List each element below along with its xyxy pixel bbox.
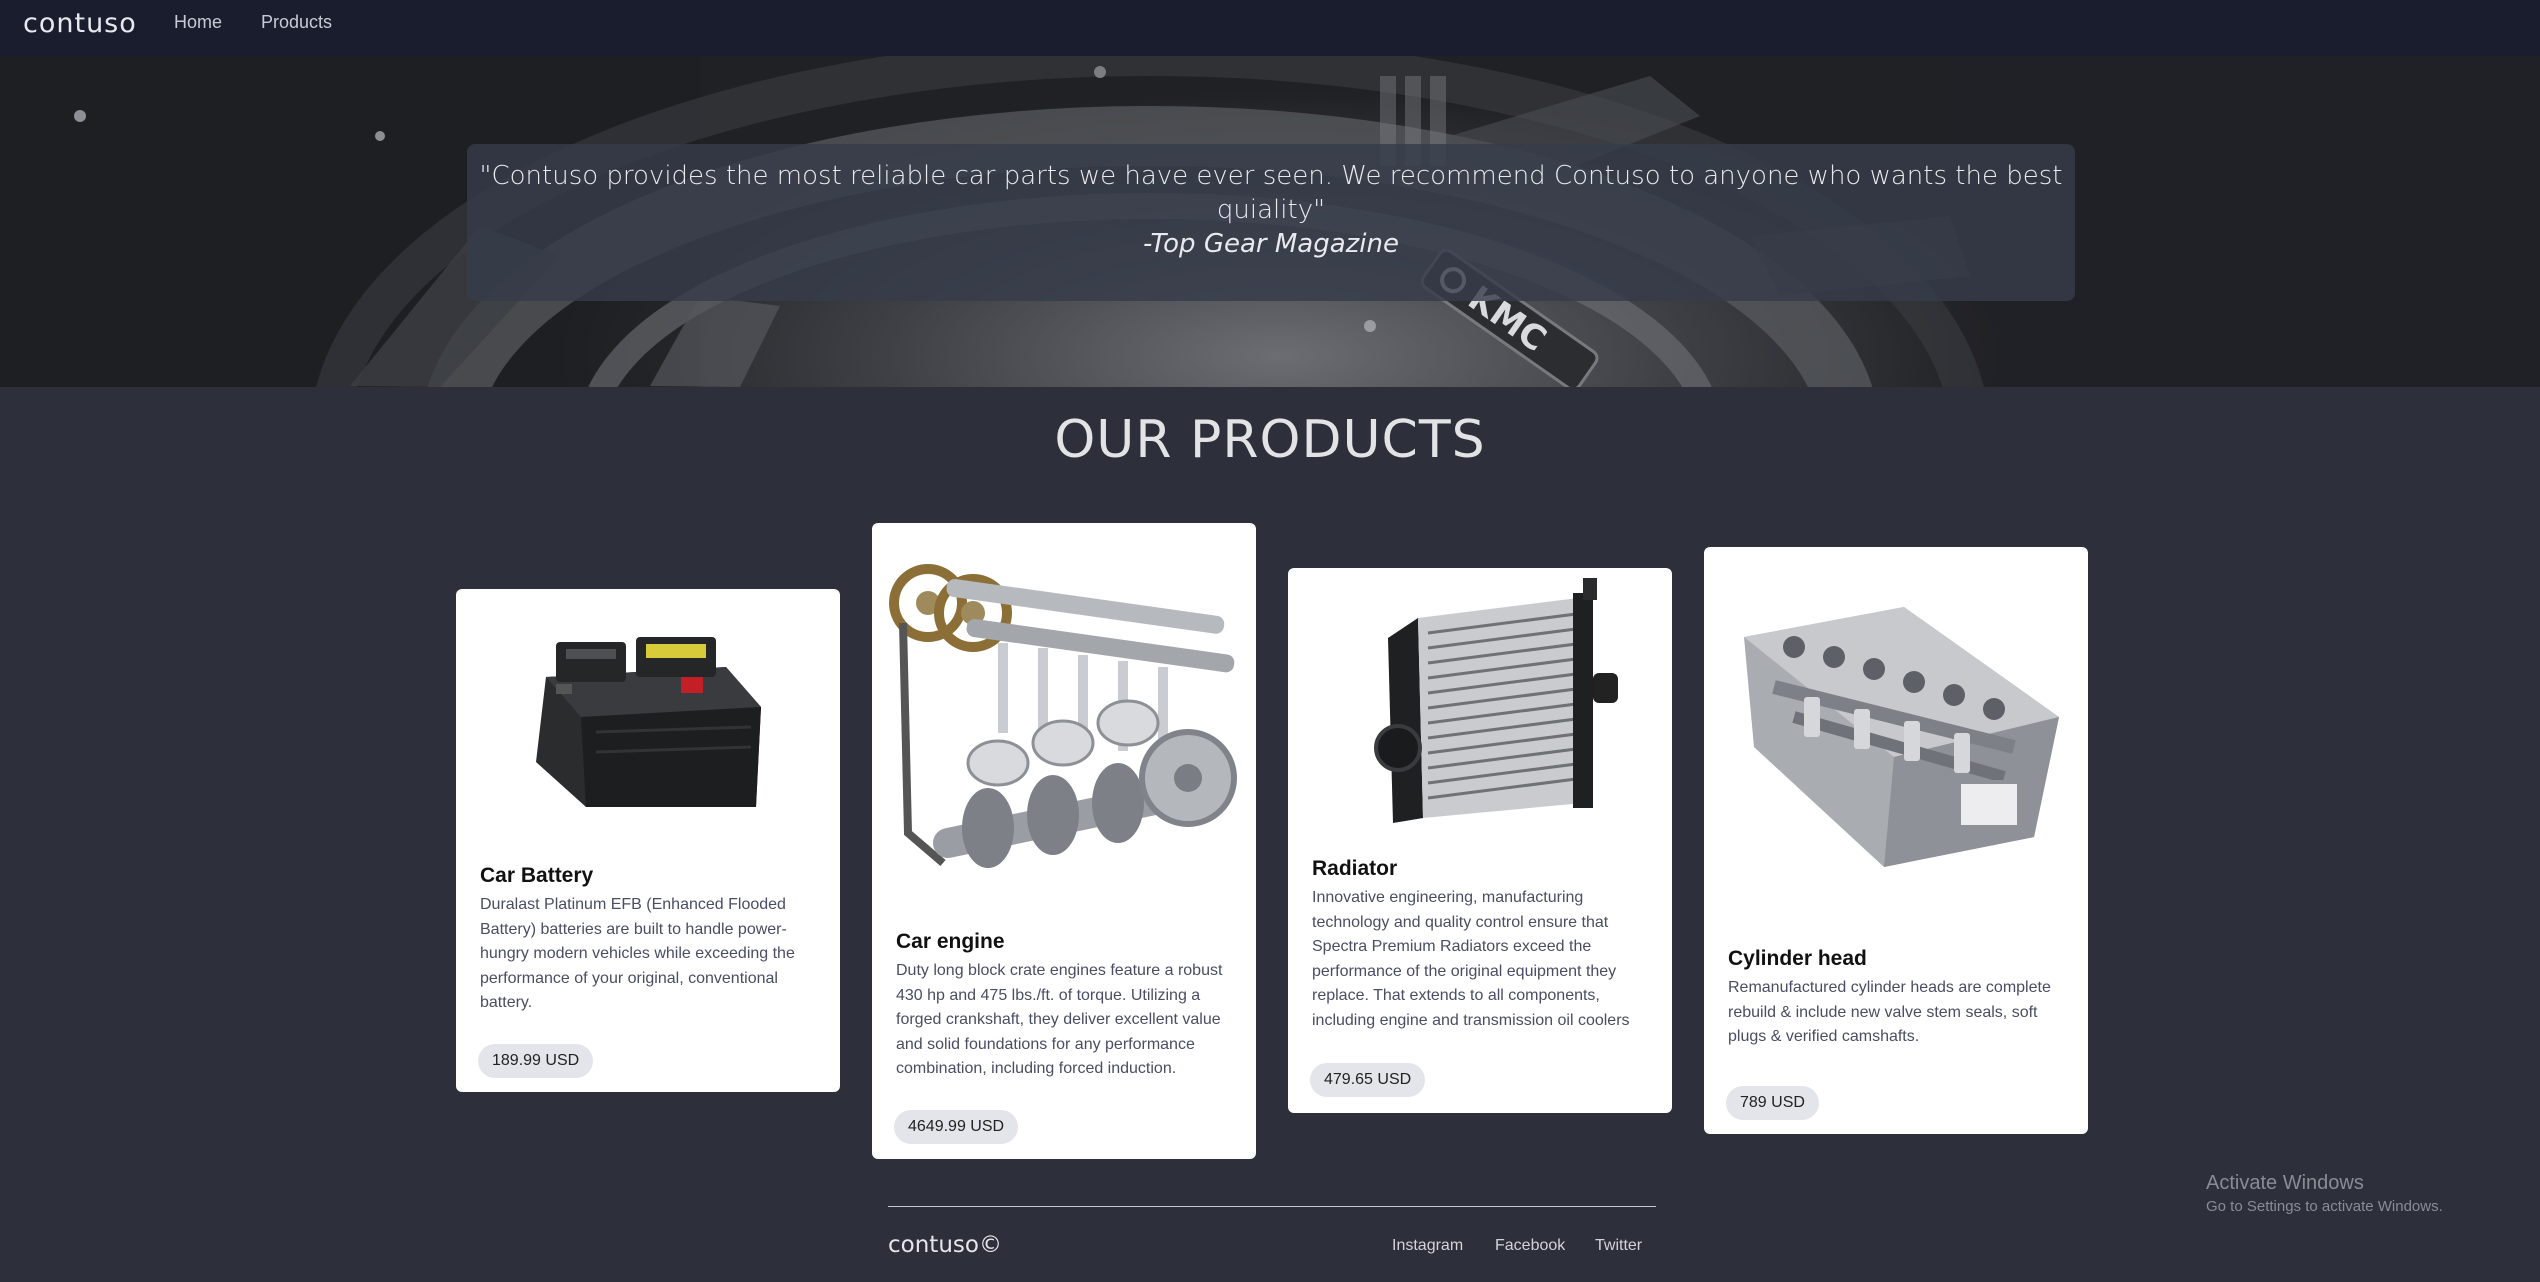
hero-banner: KMC "Contuso provides the most reliable … xyxy=(0,56,2540,387)
activate-windows-title: Activate Windows xyxy=(2206,1172,2364,1194)
product-description: Duralast Platinum EFB (Enhanced Flooded … xyxy=(480,896,795,1011)
product-card-cylinder-head[interactable]: Cylinder head Remanufactured cylinder he… xyxy=(1704,547,2088,1134)
product-card-battery[interactable]: Car Battery Duralast Platinum EFB (Enhan… xyxy=(456,589,840,1092)
footer-divider xyxy=(888,1206,1656,1207)
footer-link-facebook[interactable]: Facebook xyxy=(1495,1237,1565,1255)
footer-link-instagram[interactable]: Instagram xyxy=(1392,1237,1463,1255)
navbar: contuso Home Products xyxy=(0,0,2540,56)
product-description: Remanufactured cylinder heads are comple… xyxy=(1728,979,2051,1045)
product-description: Duty long block crate engines feature a … xyxy=(896,962,1223,1077)
section-title: OUR PRODUCTS xyxy=(1054,410,1486,470)
activate-windows-subtitle: Go to Settings to activate Windows. xyxy=(2206,1198,2443,1215)
product-description: Innovative engineering, manufacturing te… xyxy=(1312,889,1630,1029)
product-name: Cylinder head xyxy=(1728,947,1867,970)
price-badge: 789 USD xyxy=(1726,1086,1819,1120)
price-badge: 4649.99 USD xyxy=(894,1110,1019,1144)
nav-link-products[interactable]: Products xyxy=(261,12,332,33)
product-name: Radiator xyxy=(1312,857,1398,880)
product-name: Car Battery xyxy=(480,864,594,887)
product-card-radiator[interactable]: Radiator Innovative engineering, manufac… xyxy=(1288,568,1672,1113)
car-battery-image xyxy=(536,637,761,807)
footer-brand: contuso© xyxy=(888,1232,1002,1258)
testimonial-box: "Contuso provides the most reliable car … xyxy=(467,144,2075,301)
radiator-image xyxy=(1374,578,1618,823)
car-engine-image xyxy=(889,564,1237,868)
brand-logo[interactable]: contuso xyxy=(23,8,137,39)
nav-link-home[interactable]: Home xyxy=(174,12,222,33)
price-badge: 189.99 USD xyxy=(478,1044,594,1078)
testimonial-quote: "Contuso provides the most reliable car … xyxy=(479,161,2063,225)
cylinder-head-image xyxy=(1744,607,2059,867)
price-badge: 479.65 USD xyxy=(1310,1063,1426,1097)
product-card-engine[interactable]: Car engine Duty long block crate engines… xyxy=(872,523,1256,1159)
product-name: Car engine xyxy=(896,930,1005,953)
footer-link-twitter[interactable]: Twitter xyxy=(1595,1237,1642,1255)
testimonial-author: -Top Gear Magazine xyxy=(1142,229,1399,259)
